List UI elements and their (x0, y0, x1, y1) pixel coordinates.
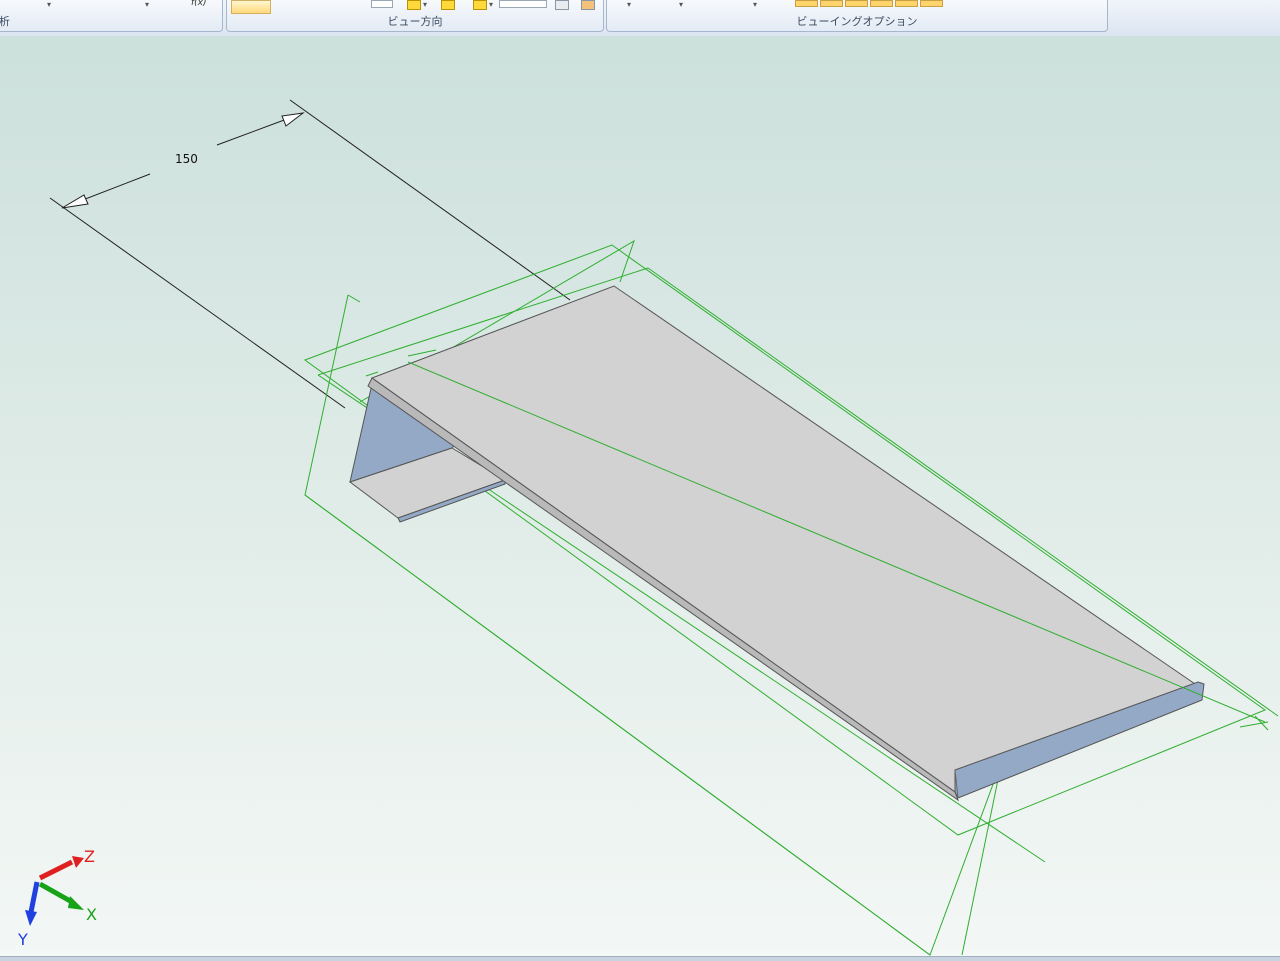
view-option-toggle[interactable] (870, 0, 893, 7)
x-arrow-head-icon (68, 896, 84, 910)
arrowhead-icon (61, 194, 89, 209)
extension-line (289, 99, 571, 301)
model-canvas[interactable]: 150 Z X Y (0, 36, 1280, 956)
reference-plane-edge (347, 294, 361, 303)
view-value-input[interactable] (499, 0, 547, 8)
ribbon: ▾ ▾ f(x) 析 ▾ ▾ ビュー方向 ▾ ▾ ▾ ビューイングオプション (0, 0, 1280, 37)
pin-icon[interactable] (555, 0, 569, 10)
dropdown-arrow-icon[interactable]: ▾ (47, 0, 51, 9)
view-large-button[interactable] (231, 0, 271, 14)
arrowhead-icon (281, 112, 305, 127)
x-axis-arrow (38, 881, 74, 905)
y-arrow-head-icon (25, 910, 37, 926)
coordinate-triad: Z X Y (17, 847, 97, 949)
formula-button[interactable]: f(x) (191, 0, 207, 8)
triad-y-label: Y (17, 930, 28, 949)
dropdown-arrow-icon[interactable]: ▾ (679, 0, 683, 9)
top-face[interactable] (370, 285, 1200, 793)
dropdown-arrow-icon[interactable]: ▾ (753, 0, 757, 9)
view-option-toggle[interactable] (795, 0, 818, 7)
cube-view-icon[interactable] (407, 0, 421, 10)
view-option-toggle[interactable] (895, 0, 918, 7)
view-option-toggle[interactable] (920, 0, 943, 7)
graphics-viewport[interactable]: 150 Z X Y (0, 36, 1280, 956)
dropdown-arrow-icon[interactable]: ▾ (489, 0, 493, 9)
orbit-icon[interactable] (581, 0, 595, 10)
cube-view-icon[interactable] (441, 0, 455, 10)
extension-line (49, 197, 346, 409)
dropdown-arrow-icon[interactable]: ▾ (423, 0, 427, 9)
axis-marker (365, 371, 379, 377)
dimension-value-label[interactable]: 150 (175, 152, 198, 166)
view-option-toggle[interactable] (845, 0, 868, 7)
z-arrow-head-icon (72, 856, 84, 868)
dropdown-arrow-icon[interactable]: ▾ (145, 0, 149, 9)
ribbon-group-label: 析 (0, 15, 10, 28)
ribbon-group-label: ビュー方向 (387, 15, 443, 28)
view-option-toggle[interactable] (820, 0, 843, 7)
triad-z-label: Z (84, 847, 95, 866)
ribbon-group-view-orientation: ▾ ▾ ビュー方向 (226, 0, 604, 32)
reference-plane-edge (1239, 721, 1269, 728)
z-axis-arrow (38, 859, 74, 881)
view-select-box[interactable] (371, 0, 393, 8)
dropdown-arrow-icon[interactable]: ▾ (627, 0, 631, 9)
cube-view-icon[interactable] (473, 0, 487, 10)
ribbon-group-viewing-options: ▾ ▾ ▾ ビューイングオプション (606, 0, 1108, 32)
ribbon-group-analysis: ▾ ▾ f(x) 析 (0, 0, 223, 32)
triad-x-label: X (86, 905, 97, 924)
status-bar (0, 956, 1280, 961)
y-axis-arrow (28, 881, 40, 913)
ribbon-group-label: ビューイングオプション (796, 15, 918, 28)
